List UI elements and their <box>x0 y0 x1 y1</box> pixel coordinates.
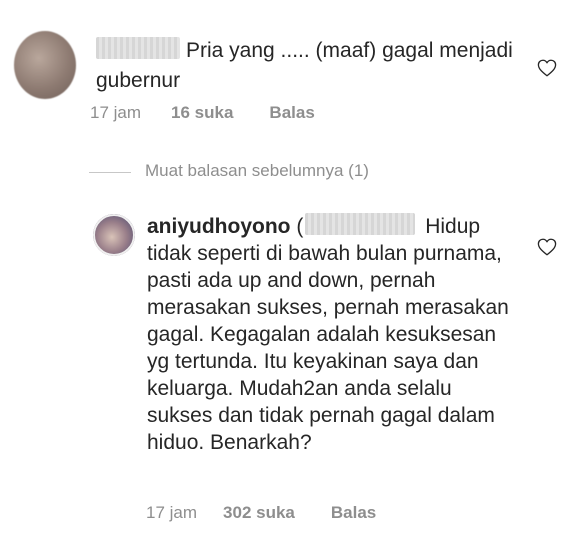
view-previous-replies-button[interactable]: Muat balasan sebelumnya (1) <box>145 161 369 181</box>
comment-likes-link[interactable]: 16 suka <box>171 103 233 123</box>
reply-button[interactable]: Balas <box>269 103 314 123</box>
redacted-mention <box>305 213 416 236</box>
reply-avatar[interactable] <box>93 214 135 256</box>
comment-meta: 17 jam 16 suka Balas <box>90 103 315 123</box>
reply-button[interactable]: Balas <box>331 503 376 523</box>
reply-meta: 17 jam 302 suka Balas <box>146 503 376 523</box>
commenter-avatar[interactable] <box>14 31 76 99</box>
reply-text: aniyudhoyono ( Hidup tidak seperti di ba… <box>147 213 517 456</box>
heart-outline-icon[interactable] <box>537 59 557 77</box>
mention-paren: ( <box>296 215 304 238</box>
replies-divider <box>89 172 131 173</box>
redacted-username <box>96 37 180 60</box>
comment-text: Pria yang ..... (maaf) gagal menjadi gub… <box>96 36 516 96</box>
comment-time: 17 jam <box>90 103 142 122</box>
reply-time: 17 jam <box>146 503 198 522</box>
reply-likes-link[interactable]: 302 suka <box>223 503 295 523</box>
avatar-ring <box>93 214 135 256</box>
reply-username[interactable]: aniyudhoyono <box>147 215 291 238</box>
heart-outline-icon[interactable] <box>537 238 557 256</box>
reply-body: Hidup tidak seperti di bawah bulan purna… <box>147 215 509 454</box>
